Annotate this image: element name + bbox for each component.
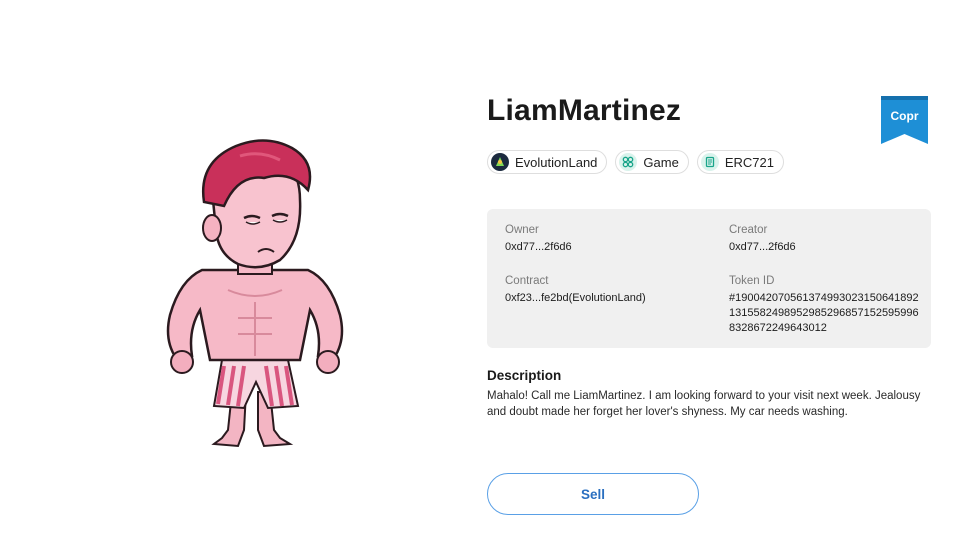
tag-erc721[interactable]: ERC721 — [696, 150, 784, 174]
badge-label: Copr — [890, 109, 919, 123]
tag-label: Game — [643, 154, 679, 170]
contract-label: Contract — [505, 275, 549, 287]
creator-field: Creator 0xd77...2f6d6 — [729, 224, 796, 255]
description-heading: Description — [487, 368, 562, 383]
owner-label: Owner — [505, 224, 539, 236]
token-id-field: Token ID #190042070561374993023150641892… — [729, 275, 919, 336]
tag-label: EvolutionLand — [515, 154, 598, 170]
owner-address[interactable]: 0xd77...2f6d6 — [505, 240, 572, 255]
tag-label: ERC721 — [724, 154, 774, 170]
tag-game[interactable]: Game — [615, 150, 689, 174]
copyright-badge[interactable]: Copr — [881, 96, 928, 144]
game-icon — [619, 153, 638, 171]
token-id-value: #190042070561374993023150641892131558249… — [729, 292, 919, 334]
erc721-document-icon — [700, 153, 719, 171]
evolutionland-logo-icon — [491, 153, 509, 171]
nft-title: LiamMartinez — [487, 94, 682, 127]
tag-list: EvolutionLand Game ERC721 — [487, 150, 784, 174]
tag-evolutionland[interactable]: EvolutionLand — [487, 150, 608, 174]
owner-field: Owner 0xd77...2f6d6 — [505, 224, 572, 255]
creator-address[interactable]: 0xd77...2f6d6 — [729, 240, 796, 255]
token-info-panel: Owner 0xd77...2f6d6 Creator 0xd77...2f6d… — [487, 209, 931, 348]
token-id-label: Token ID — [729, 275, 775, 287]
description-text: Mahalo! Call me LiamMartinez. I am looki… — [487, 390, 921, 418]
creator-label: Creator — [729, 224, 768, 236]
nft-artwork — [140, 130, 370, 460]
sell-button[interactable]: Sell — [487, 473, 699, 515]
contract-address[interactable]: 0xf23...fe2bd(EvolutionLand) — [505, 291, 646, 306]
contract-field: Contract 0xf23...fe2bd(EvolutionLand) — [505, 275, 646, 306]
